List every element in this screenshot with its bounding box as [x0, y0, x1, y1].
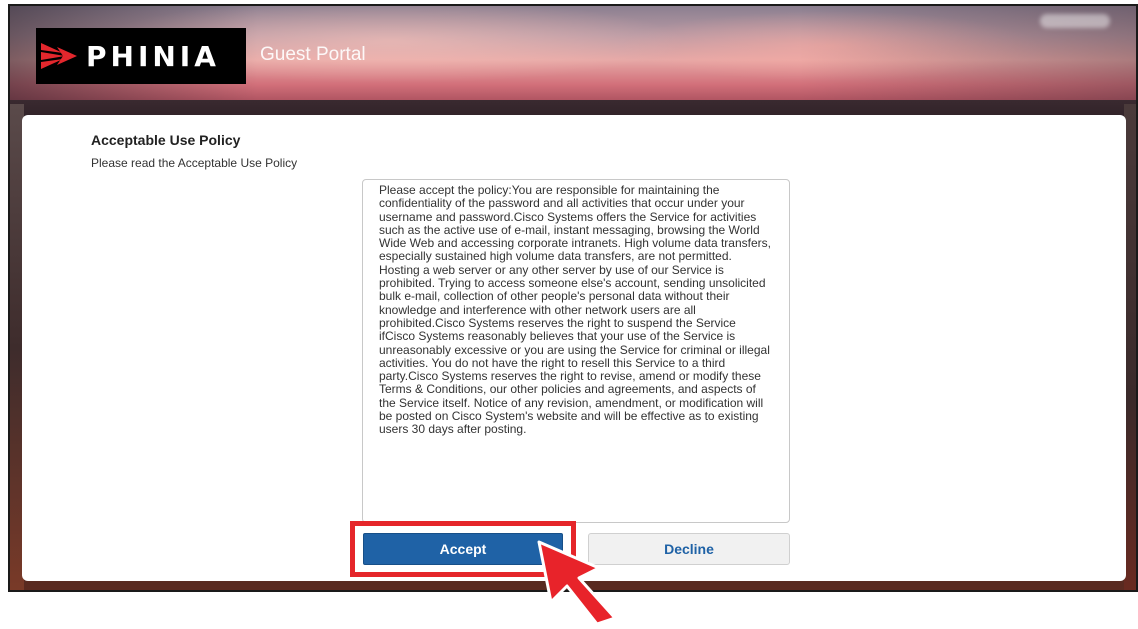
- portal-title: Guest Portal: [260, 44, 366, 65]
- brand-logo: PHINIA: [36, 28, 246, 84]
- policy-heading: Acceptable Use Policy: [91, 132, 241, 148]
- policy-text-area[interactable]: Please accept the policy:You are respons…: [362, 179, 790, 523]
- red-arrow-pointer-icon: [527, 538, 627, 626]
- policy-subtitle: Please read the Acceptable Use Policy: [91, 156, 298, 170]
- policy-text: Please accept the policy:You are respons…: [379, 183, 771, 437]
- brand-name: PHINIA: [86, 39, 220, 73]
- browser-viewport: PHINIA Guest Portal Acceptable Use Polic…: [8, 4, 1138, 592]
- policy-card: Acceptable Use Policy Please read the Ac…: [22, 115, 1126, 581]
- phinia-arrow-logo-icon: [36, 28, 82, 84]
- blurred-user-info: [1040, 14, 1110, 28]
